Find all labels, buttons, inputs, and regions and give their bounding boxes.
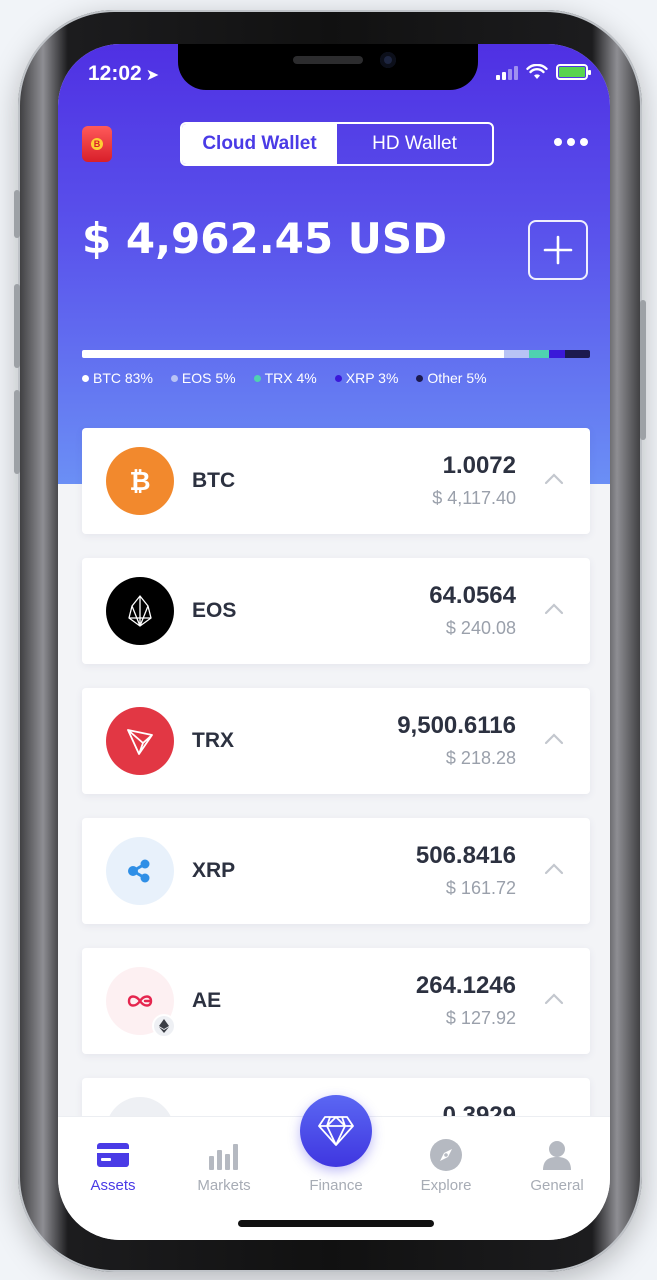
asset-value: $ 240.08 <box>445 618 516 638</box>
legend-label: EOS 5% <box>181 370 236 386</box>
legend-dot-icon <box>334 374 342 382</box>
asset-value: $ 4,117.40 <box>432 488 516 508</box>
tab-assets-label: Assets <box>90 1177 136 1194</box>
legend-dot-icon <box>416 374 424 382</box>
legend-label: XRP 3% <box>345 370 399 386</box>
asset-amount: 9,500.6116 <box>397 712 516 739</box>
user-profile-icon <box>512 1139 602 1171</box>
plus-icon <box>543 235 573 265</box>
legend-label: BTC 83% <box>93 370 153 386</box>
volume-down-button <box>14 390 20 474</box>
allocation-segment <box>82 350 504 358</box>
chevron-up-icon[interactable] <box>544 732 564 746</box>
finance-button[interactable] <box>300 1095 372 1167</box>
volume-up-button <box>14 284 20 368</box>
notch <box>178 44 478 90</box>
ethereum-network-badge-icon <box>152 1014 176 1038</box>
svg-text:₿: ₿ <box>129 467 150 497</box>
add-asset-button[interactable] <box>528 220 588 280</box>
chevron-up-icon[interactable] <box>544 992 564 1006</box>
tab-general-label: General <box>530 1177 584 1194</box>
battery-icon <box>556 64 591 80</box>
app-logo[interactable]: B <box>82 126 112 162</box>
asset-symbol: TRX <box>192 729 234 752</box>
tab-markets-label: Markets <box>197 1177 251 1194</box>
asset-amount: 64.0564 <box>429 582 516 609</box>
phone-screen: 12:02 ➤ B Cloud Wallet HD Wallet $ 4,962.… <box>58 44 610 1240</box>
tab-explore-label: Explore <box>420 1177 472 1194</box>
tab-assets[interactable]: Assets <box>68 1139 158 1194</box>
location-arrow-icon: ➤ <box>145 67 160 84</box>
asset-symbol: XRP <box>192 859 236 882</box>
allocation-legend: BTC 83% EOS 5% TRX 4% XRP 3% Other 5% <box>82 370 487 386</box>
tab-cloud-wallet[interactable]: Cloud Wallet <box>182 124 337 164</box>
tab-general[interactable]: General <box>512 1139 602 1194</box>
asset-symbol: EOS <box>192 599 237 622</box>
tab-hd-wallet[interactable]: HD Wallet <box>337 124 492 164</box>
eos-icon <box>106 577 174 645</box>
legend-item: BTC 83% <box>82 370 153 386</box>
legend-dot-icon <box>82 374 89 382</box>
tab-finance-label[interactable]: Finance <box>291 1177 381 1194</box>
home-indicator[interactable] <box>238 1220 434 1227</box>
speaker-grille <box>293 56 363 64</box>
asset-row-xrp[interactable]: XRP 506.8416 $ 161.72 <box>82 818 590 924</box>
legend-item: XRP 3% <box>334 370 399 386</box>
chevron-up-icon[interactable] <box>544 862 564 876</box>
power-button <box>640 300 646 440</box>
legend-dot-icon <box>170 374 178 382</box>
wallet-type-toggle: Cloud Wallet HD Wallet <box>180 122 494 166</box>
allocation-segment <box>529 350 550 358</box>
bar-chart-icon <box>179 1139 269 1171</box>
asset-list: ₿ BTC 1.0072 $ 4,117.40 EOS 64.0564 $ 24… <box>82 428 590 1208</box>
camera <box>380 52 396 68</box>
asset-amount: 1.0072 <box>442 452 516 479</box>
asset-row-trx[interactable]: TRX 9,500.6116 $ 218.28 <box>82 688 590 794</box>
total-balance: $ 4,962.45 USD <box>82 214 447 263</box>
allocation-segment <box>549 350 565 358</box>
allocation-segment <box>503 350 530 358</box>
asset-row-eos[interactable]: EOS 64.0564 $ 240.08 <box>82 558 590 664</box>
more-options-icon[interactable] <box>554 138 588 146</box>
legend-item: EOS 5% <box>170 370 236 386</box>
legend-label: Other 5% <box>427 370 487 386</box>
cellular-signal-icon <box>496 64 518 80</box>
silent-switch <box>14 190 20 238</box>
asset-row-btc[interactable]: ₿ BTC 1.0072 $ 4,117.40 <box>82 428 590 534</box>
legend-label: TRX 4% <box>264 370 317 386</box>
bitcoin-icon: ₿ <box>106 447 174 515</box>
ripple-icon <box>106 837 174 905</box>
status-time: 12:02 ➤ <box>88 62 159 86</box>
wifi-icon <box>526 64 548 79</box>
asset-symbol: AE <box>192 989 222 1012</box>
legend-item: Other 5% <box>416 370 487 386</box>
chevron-up-icon[interactable] <box>544 602 564 616</box>
legend-item: TRX 4% <box>253 370 317 386</box>
allocation-bar <box>82 350 590 358</box>
asset-row-ae[interactable]: AE 264.1246 $ 127.92 <box>82 948 590 1054</box>
status-time-text: 12:02 <box>88 62 142 85</box>
tab-markets[interactable]: Markets <box>179 1139 269 1194</box>
diamond-icon <box>318 1116 354 1146</box>
allocation-segment <box>564 350 590 358</box>
asset-symbol: BTC <box>192 469 236 492</box>
tron-icon <box>106 707 174 775</box>
asset-value: $ 127.92 <box>445 1008 516 1028</box>
wallet-card-icon <box>68 1139 158 1171</box>
asset-amount: 264.1246 <box>415 972 516 999</box>
legend-dot-icon <box>253 374 261 382</box>
asset-amount: 506.8416 <box>415 842 516 869</box>
chevron-up-icon[interactable] <box>544 472 564 486</box>
status-icons <box>496 64 591 80</box>
asset-value: $ 161.72 <box>445 878 516 898</box>
tab-explore[interactable]: Explore <box>401 1139 491 1194</box>
asset-value: $ 218.28 <box>445 748 516 768</box>
compass-icon <box>401 1139 491 1171</box>
